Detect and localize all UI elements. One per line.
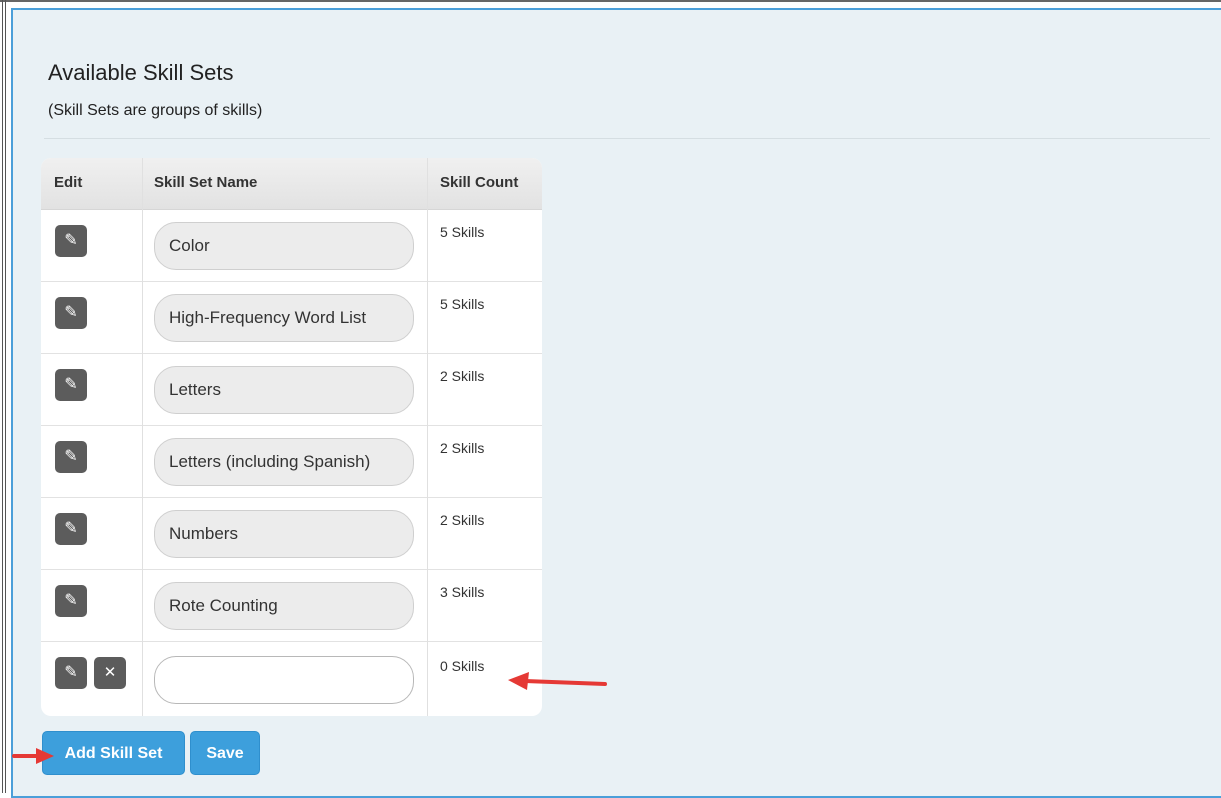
new-skill-set-name-input[interactable] xyxy=(154,656,414,704)
table-row: ✎ 5 Skills xyxy=(41,282,542,354)
pencil-icon[interactable]: ✎ xyxy=(55,585,87,617)
skill-sets-table: Edit Skill Set Name Skill Count ✎ 5 Skil… xyxy=(41,158,542,716)
skill-set-name-input[interactable] xyxy=(154,438,414,486)
table-header: Edit Skill Set Name Skill Count xyxy=(41,158,542,210)
skill-set-name-input[interactable] xyxy=(154,582,414,630)
table-row: ✎ 2 Skills xyxy=(41,498,542,570)
table-row: ✎ 3 Skills xyxy=(41,570,542,642)
skill-count: 3 Skills xyxy=(440,584,485,600)
pencil-icon[interactable]: ✎ xyxy=(55,225,87,257)
skill-set-name-input[interactable] xyxy=(154,222,414,270)
pencil-icon[interactable]: ✎ xyxy=(55,369,87,401)
header-edit: Edit xyxy=(54,174,83,191)
close-icon[interactable]: ✕ xyxy=(94,657,126,689)
skill-count: 2 Skills xyxy=(440,440,485,456)
page-subtitle: (Skill Sets are groups of skills) xyxy=(48,102,263,119)
annotation-arrow-icon xyxy=(508,672,607,690)
table-row: ✎ 5 Skills xyxy=(41,210,542,282)
pencil-icon[interactable]: ✎ xyxy=(55,297,87,329)
pencil-icon[interactable]: ✎ xyxy=(55,657,87,689)
page-title: Available Skill Sets xyxy=(48,60,234,85)
window-left-border xyxy=(0,0,8,793)
header-skill-set-name: Skill Set Name xyxy=(154,174,258,191)
pencil-icon[interactable]: ✎ xyxy=(55,441,87,473)
skill-count: 0 Skills xyxy=(440,658,485,674)
pencil-icon[interactable]: ✎ xyxy=(55,513,87,545)
header-skill-count: Skill Count xyxy=(440,174,519,191)
add-skill-set-button[interactable]: Add Skill Set xyxy=(42,731,185,775)
skill-set-name-input[interactable] xyxy=(154,366,414,414)
window-top-border xyxy=(0,0,1221,2)
save-button[interactable]: Save xyxy=(190,731,260,775)
table-row-new: ✎ ✕ 0 Skills xyxy=(41,642,542,714)
skill-count: 2 Skills xyxy=(440,512,485,528)
skill-set-name-input[interactable] xyxy=(154,510,414,558)
skill-count: 5 Skills xyxy=(440,296,485,312)
divider xyxy=(44,138,1210,139)
annotation-arrow-icon xyxy=(12,748,54,764)
table-row: ✎ 2 Skills xyxy=(41,426,542,498)
skill-count: 2 Skills xyxy=(440,368,485,384)
table-row: ✎ 2 Skills xyxy=(41,354,542,426)
skill-count: 5 Skills xyxy=(440,224,485,240)
skill-set-name-input[interactable] xyxy=(154,294,414,342)
